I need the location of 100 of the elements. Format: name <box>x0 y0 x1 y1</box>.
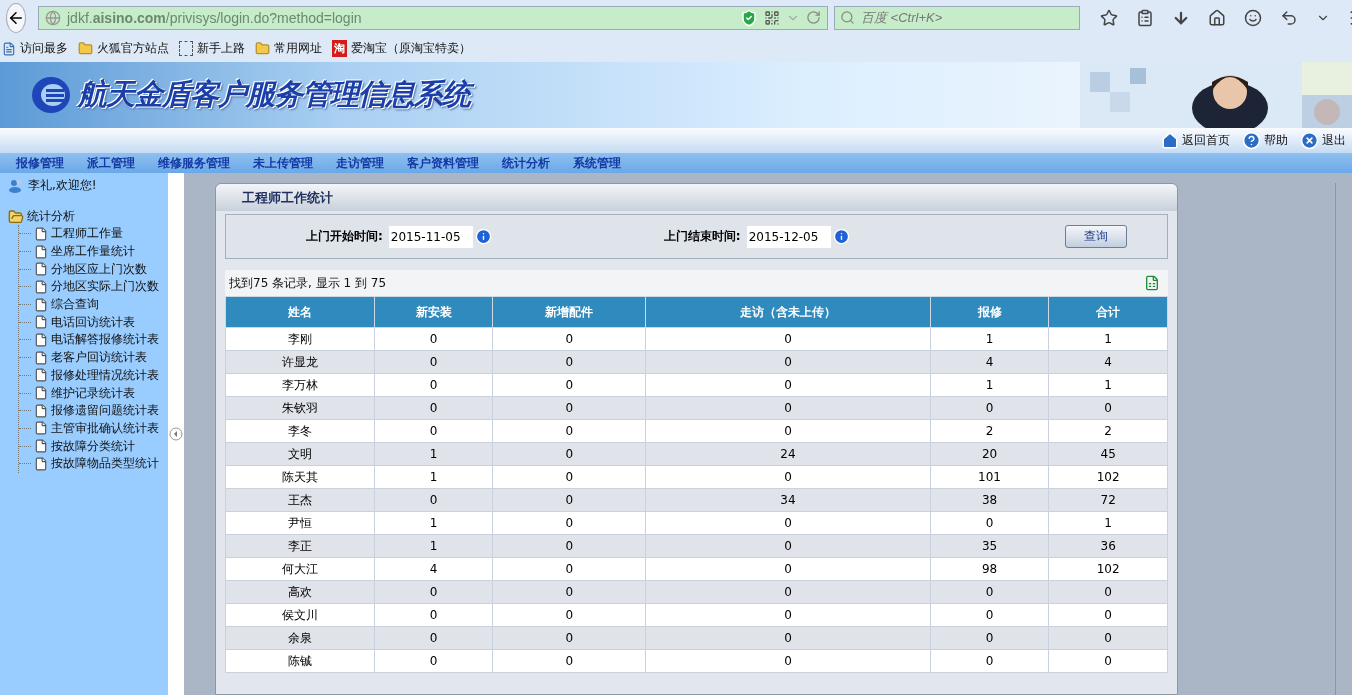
tree-item[interactable]: 老客户回访统计表 <box>19 348 168 367</box>
nav-menu-item[interactable]: 维修服务管理 <box>158 154 230 172</box>
search-field[interactable]: 百度 <Ctrl+K> <box>834 5 1080 30</box>
table-cell: 0 <box>374 649 493 673</box>
column-header: 新安装 <box>374 296 493 328</box>
table-cell: 李冬 <box>225 419 375 443</box>
nav-menu-item[interactable]: 客户资料管理 <box>407 154 479 172</box>
table-cell: 102 <box>1048 557 1168 581</box>
nav-menu-item[interactable]: 系统管理 <box>573 154 621 172</box>
table-cell: 0 <box>492 373 646 397</box>
table-cell: 李刚 <box>225 327 375 351</box>
table-cell: 0 <box>492 511 646 535</box>
shield-icon[interactable] <box>740 8 758 27</box>
table-cell: 0 <box>645 626 931 650</box>
date-field[interactable]: 2015-11-05 <box>388 225 473 248</box>
table-cell: 0 <box>492 557 646 581</box>
table-cell: 2 <box>1048 419 1168 443</box>
header-link[interactable]: 退出 <box>1300 131 1346 150</box>
query-button[interactable]: 查询 <box>1065 225 1127 248</box>
bookmark-link[interactable]: 淘 爱淘宝（原淘宝特卖） <box>332 40 471 57</box>
bookmark-link[interactable]: 火狐官方站点 <box>78 40 169 57</box>
info-icon[interactable] <box>832 228 850 245</box>
back-button[interactable] <box>6 2 26 33</box>
undo-icon[interactable] <box>1280 8 1298 27</box>
header-link[interactable]: 帮助 <box>1242 131 1288 150</box>
table-cell: 尹恒 <box>225 511 375 535</box>
table-cell: 何大江 <box>225 557 375 581</box>
table-cell: 高欢 <box>225 580 375 604</box>
excel-export-icon[interactable] <box>1144 275 1160 291</box>
file-icon <box>34 332 48 347</box>
table-cell: 0 <box>645 603 931 627</box>
table-cell: 45 <box>1048 442 1168 466</box>
tree-item[interactable]: 分地区实际上门次数 <box>19 278 168 296</box>
nav-menu-item[interactable]: 未上传管理 <box>253 154 313 172</box>
table-cell: 0 <box>492 350 646 374</box>
reload-icon[interactable] <box>806 10 821 25</box>
tree-item[interactable]: 维护记录统计表 <box>19 384 168 402</box>
table-cell: 0 <box>492 626 646 650</box>
tree-item[interactable]: 工程师工作量 <box>19 225 168 243</box>
table-cell: 0 <box>374 373 493 397</box>
url-text: jdkf.aisino.com/privisys/login.do?method=login <box>67 9 363 26</box>
globe-icon <box>45 9 61 26</box>
star-icon[interactable] <box>1100 8 1118 27</box>
table-cell: 0 <box>374 419 493 443</box>
nav-menu-item[interactable]: 派工管理 <box>87 154 135 172</box>
bookmark-link[interactable]: 常用网址 <box>255 40 322 57</box>
table-cell: 朱钦羽 <box>225 396 375 420</box>
tree-item[interactable]: 分地区应上门次数 <box>19 260 168 279</box>
tree-item[interactable]: 电话解答报修统计表 <box>19 331 168 349</box>
bookmark-link[interactable]: 新手上路 <box>179 40 245 57</box>
table-cell: 0 <box>645 580 931 604</box>
table-cell: 0 <box>492 442 646 466</box>
info-icon[interactable] <box>474 228 492 245</box>
tree-folder[interactable]: 统计分析 <box>8 208 168 225</box>
home-icon[interactable] <box>1208 8 1226 27</box>
nav-menu-item[interactable]: 走访管理 <box>336 154 384 172</box>
filter-label: 上门结束时间: <box>663 228 741 245</box>
tree-item[interactable]: 报修处理情况统计表 <box>19 366 168 385</box>
table-cell: 0 <box>930 396 1049 420</box>
tree-item[interactable]: 按故障分类统计 <box>19 437 168 455</box>
file-icon <box>34 403 48 418</box>
column-header: 姓名 <box>225 296 375 328</box>
qr-code-icon[interactable] <box>764 9 780 26</box>
table-cell: 侯文川 <box>225 603 375 627</box>
table-cell: 许显龙 <box>225 350 375 374</box>
bookmark-link[interactable]: 访问最多 <box>2 40 68 57</box>
table-cell: 0 <box>645 649 931 673</box>
file-icon <box>34 439 48 454</box>
panel-title: 工程师工作统计 <box>216 184 1177 211</box>
welcome-text: 李礼,欢迎您! <box>28 177 97 194</box>
tree-item[interactable]: 坐席工作量统计 <box>19 242 168 261</box>
smiley-icon[interactable] <box>1244 8 1262 27</box>
blank-page-icon <box>179 41 193 56</box>
tree-item[interactable]: 报修遗留问题统计表 <box>19 401 168 420</box>
table-cell: 0 <box>645 465 931 489</box>
table-cell: 0 <box>645 419 931 443</box>
table-cell: 0 <box>645 534 931 558</box>
header-link[interactable]: 返回首页 <box>1161 131 1230 150</box>
nav-menu-item[interactable]: 报修管理 <box>16 154 64 172</box>
table-cell: 98 <box>930 557 1049 581</box>
nav-menu-item[interactable]: 统计分析 <box>502 154 550 172</box>
clipboard-icon[interactable] <box>1136 8 1154 27</box>
tree-item[interactable]: 综合查询 <box>19 295 168 314</box>
table-cell: 0 <box>492 603 646 627</box>
table-cell: 1 <box>1048 511 1168 535</box>
table-cell: 4 <box>374 557 493 581</box>
tree-item[interactable]: 主管审批确认统计表 <box>19 419 168 438</box>
tree-item[interactable]: 按故障物品类型统计 <box>19 454 168 473</box>
table-cell: 0 <box>492 419 646 443</box>
date-field[interactable]: 2015-12-05 <box>746 225 831 248</box>
table-cell: 38 <box>930 488 1049 512</box>
table-cell: 35 <box>930 534 1049 558</box>
help-icon <box>1242 131 1261 150</box>
file-icon <box>34 244 48 259</box>
collapse-handle-icon[interactable] <box>169 427 183 441</box>
table-cell: 4 <box>1048 350 1168 374</box>
column-header: 新增配件 <box>492 296 646 328</box>
table-cell: 1 <box>1048 327 1168 351</box>
table-cell: 1 <box>374 511 493 535</box>
tree-item[interactable]: 电话回访统计表 <box>19 313 168 332</box>
